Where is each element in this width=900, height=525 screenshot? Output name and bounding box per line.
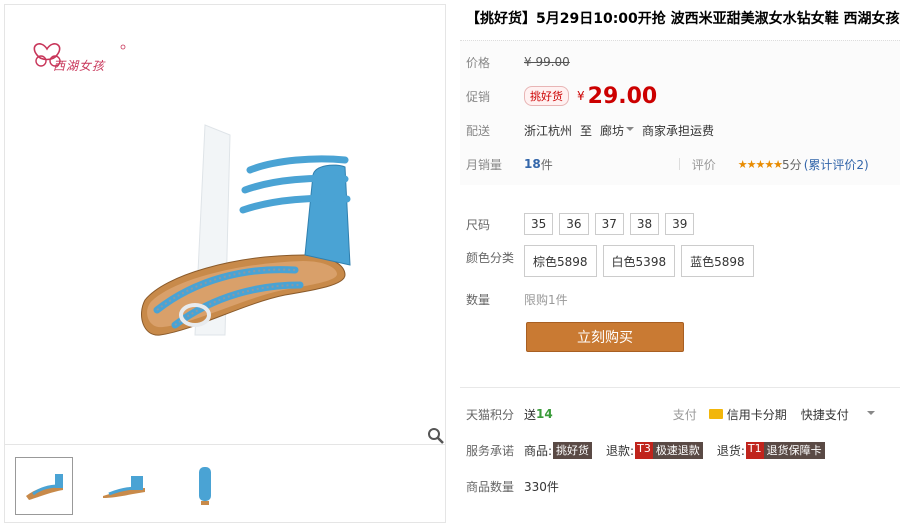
thumbnail-sandal-icon bbox=[26, 474, 63, 500]
points-give: 送 bbox=[524, 407, 537, 422]
color-row: 颜色分类 棕色5898 白色5398 蓝色5898 bbox=[460, 245, 900, 277]
credit-installment[interactable]: 信用卡分期 bbox=[727, 406, 787, 423]
quantity-limit: 限购1件 bbox=[524, 293, 568, 307]
stock-value: 330件 bbox=[524, 479, 559, 494]
quantity-label: 数量 bbox=[466, 293, 491, 307]
currency-symbol: ¥ bbox=[577, 89, 585, 103]
shipping-label: 配送 bbox=[466, 123, 491, 138]
color-label: 颜色分类 bbox=[466, 251, 515, 265]
promise-pre: 商品: bbox=[524, 443, 553, 458]
zoom-icon[interactable] bbox=[427, 427, 445, 445]
quantity-row: 数量 限购1件 bbox=[460, 291, 900, 308]
promo-price: 29.00 bbox=[587, 83, 658, 109]
thumbnail-2[interactable] bbox=[95, 457, 153, 515]
chevron-down-icon[interactable] bbox=[626, 127, 635, 131]
brand-logo-text: 西湖女孩 bbox=[53, 59, 106, 73]
sandal-image bbox=[141, 124, 351, 336]
shipping-fee: 商家承担运费 bbox=[642, 123, 715, 138]
promise-label: 服务承诺 bbox=[466, 443, 515, 458]
promo-row: 促销 挑好货 ¥ 29.00 bbox=[460, 79, 900, 113]
size-option[interactable]: 36 bbox=[559, 213, 589, 235]
thumbnail-strip bbox=[5, 449, 445, 523]
price-panel: 价格 ¥ 99.00 促销 挑好货 ¥ 29.00 配送 浙江杭州 至 廊坊 商… bbox=[460, 40, 900, 185]
service-info: 天猫积分 送 14 支付 信用卡分期 快捷支付 服务承诺 商品: 挑好货 退款:… bbox=[460, 387, 900, 504]
size-option[interactable]: 37 bbox=[594, 213, 624, 235]
price-row: 价格 ¥ 99.00 bbox=[460, 45, 900, 79]
promise-row: 服务承诺 商品: 挑好货 退款: T3 极速退款 退货: T1 退货保障卡 bbox=[460, 432, 900, 468]
buy-now-button[interactable]: 立刻购买 bbox=[526, 322, 684, 352]
thumbnail-3[interactable] bbox=[175, 457, 233, 515]
payment-options: 支付 信用卡分期 快捷支付 bbox=[673, 406, 883, 423]
main-product-image[interactable]: 西湖女孩 bbox=[5, 5, 445, 445]
sales-unit: 件 bbox=[540, 157, 553, 172]
stock-row: 商品数量 330件 bbox=[460, 468, 900, 504]
stock-label: 商品数量 bbox=[466, 479, 515, 494]
thumbnail-sandal-icon bbox=[199, 467, 211, 505]
size-option[interactable]: 35 bbox=[524, 213, 554, 235]
promise-body: 极速退款 bbox=[652, 441, 703, 459]
price-label: 价格 bbox=[466, 55, 491, 70]
sku-selector: 尺码 35 36 37 38 39 颜色分类 棕色5898 白色5398 蓝色5… bbox=[460, 185, 900, 308]
sales-label: 月销量 bbox=[466, 157, 503, 172]
promise-pre: 退货: bbox=[716, 443, 745, 458]
size-option[interactable]: 38 bbox=[629, 213, 660, 235]
product-details: 【挑好货】5月29日10:00开抢 波西米亚甜美淑女水钻女鞋 西湖女孩 价格 ¥… bbox=[460, 8, 900, 352]
credit-card-icon bbox=[708, 409, 723, 419]
promo-label: 促销 bbox=[466, 89, 491, 104]
promo-badge: 挑好货 bbox=[524, 86, 569, 106]
promise-body: 退货保障卡 bbox=[763, 441, 825, 459]
review-count-link[interactable]: (累计评价2) bbox=[804, 156, 869, 173]
thumbnail-1[interactable] bbox=[15, 457, 73, 515]
points-label: 天猫积分 bbox=[466, 407, 515, 422]
pay-label: 支付 bbox=[672, 407, 697, 422]
points-row: 天猫积分 送 14 支付 信用卡分期 快捷支付 bbox=[460, 396, 900, 432]
color-option[interactable]: 棕色5898 bbox=[524, 245, 597, 277]
rating-score: 5分 bbox=[782, 157, 802, 172]
rating-stars-icon: ★★★★★ bbox=[737, 157, 783, 171]
sales-count: 18 bbox=[524, 157, 541, 171]
size-option[interactable]: 39 bbox=[665, 213, 695, 235]
product-gallery: 西湖女孩 bbox=[4, 4, 446, 523]
promise-pre: 退款: bbox=[606, 443, 635, 458]
promise-body: 挑好货 bbox=[553, 441, 593, 459]
chevron-down-icon[interactable] bbox=[866, 411, 875, 415]
points-value: 14 bbox=[536, 407, 553, 421]
shipping-row: 配送 浙江杭州 至 廊坊 商家承担运费 bbox=[460, 113, 900, 147]
ship-to-word: 至 bbox=[580, 123, 593, 138]
size-label: 尺码 bbox=[466, 217, 491, 232]
promise-goods[interactable]: 商品: 挑好货 bbox=[524, 441, 593, 459]
ship-from: 浙江杭州 bbox=[524, 123, 573, 138]
thumbnail-sandal-icon bbox=[103, 476, 145, 498]
original-price: ¥ 99.00 bbox=[524, 55, 570, 69]
size-row: 尺码 35 36 37 38 39 bbox=[460, 213, 900, 235]
ship-destination[interactable]: 廊坊 bbox=[600, 122, 624, 139]
quick-pay[interactable]: 快捷支付 bbox=[801, 406, 849, 423]
promise-refund[interactable]: 退款: T3 极速退款 bbox=[606, 441, 703, 459]
sales-row: 月销量 18 件 评价 ★★★★★ 5分 (累计评价2) bbox=[460, 147, 900, 181]
divider bbox=[678, 158, 680, 170]
promise-code: T1 bbox=[745, 441, 764, 459]
color-option[interactable]: 蓝色5898 bbox=[681, 245, 754, 277]
rating-label: 评价 bbox=[691, 157, 716, 172]
color-option[interactable]: 白色5398 bbox=[602, 245, 676, 277]
promise-return[interactable]: 退货: T1 退货保障卡 bbox=[716, 441, 825, 459]
product-title: 【挑好货】5月29日10:00开抢 波西米亚甜美淑女水钻女鞋 西湖女孩 bbox=[466, 11, 900, 27]
promise-code: T3 bbox=[635, 441, 653, 459]
